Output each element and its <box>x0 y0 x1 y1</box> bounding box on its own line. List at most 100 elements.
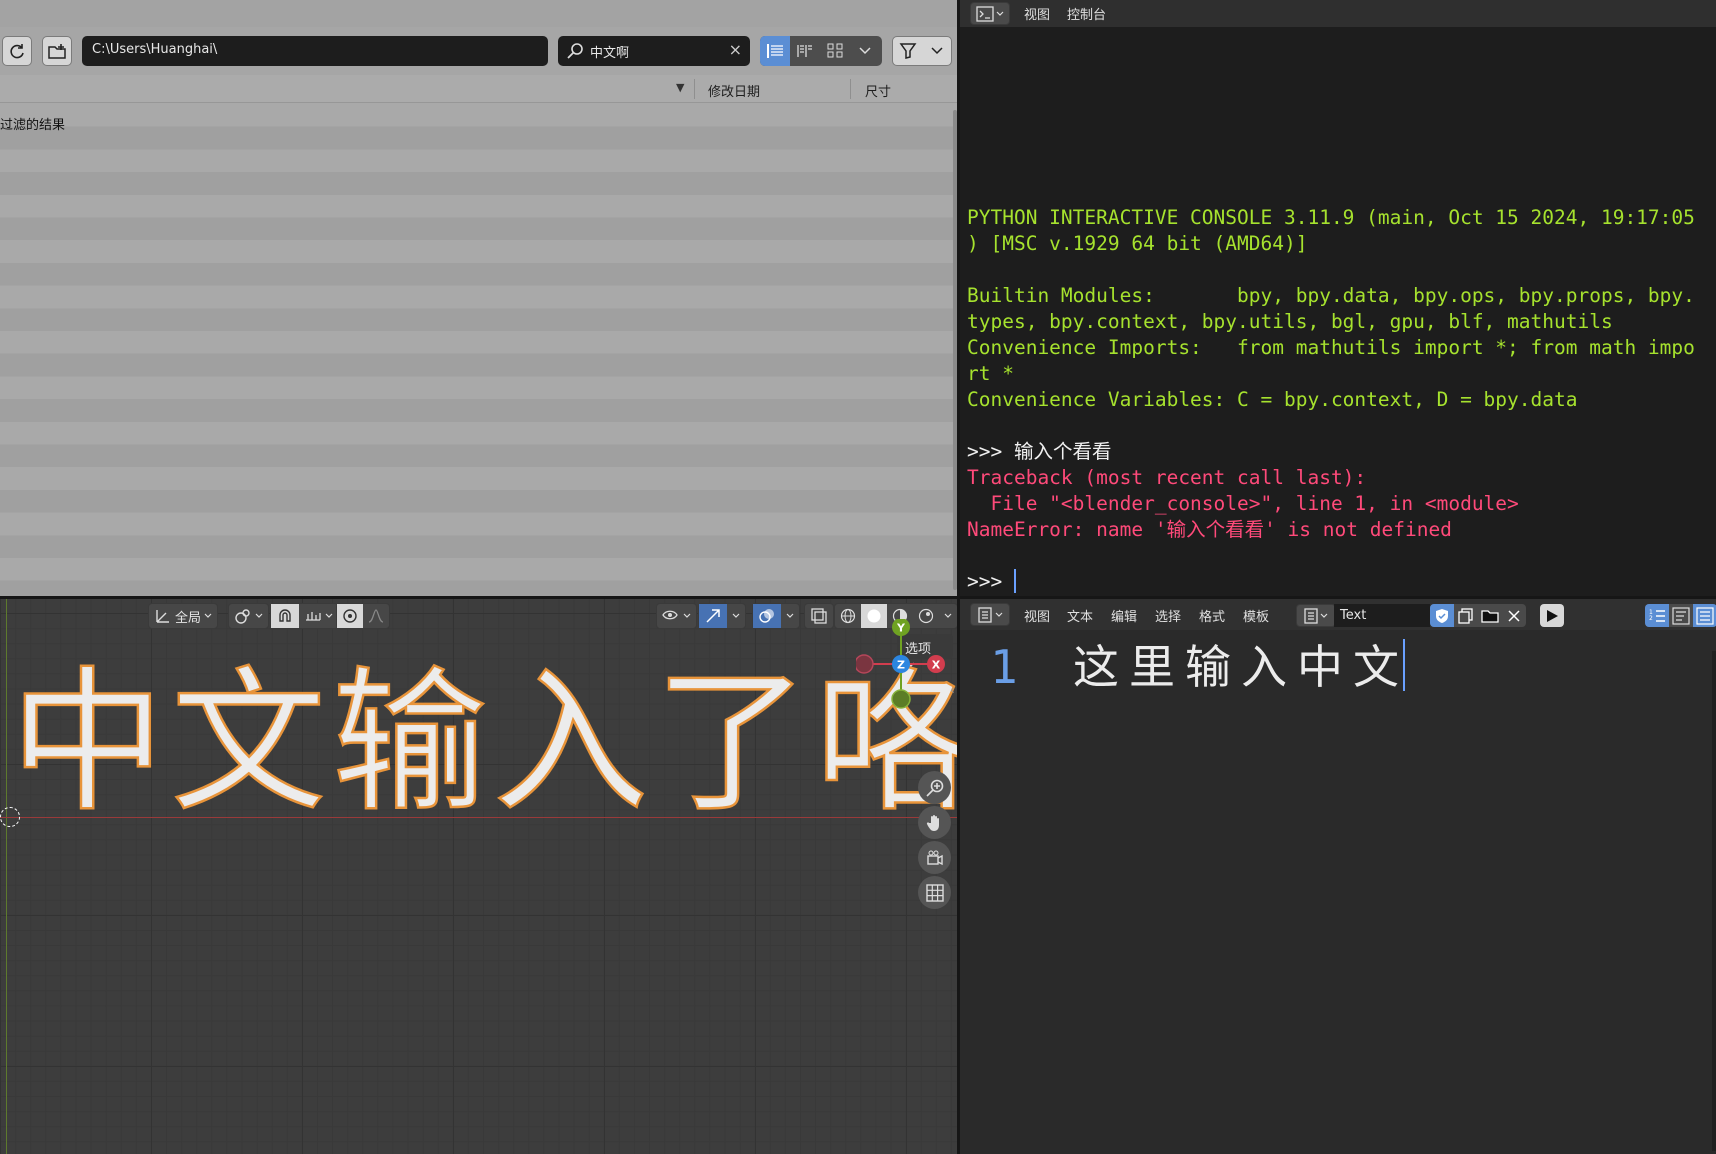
chevron-down-icon <box>930 47 943 55</box>
python-console-panel[interactable]: 视图 控制台 PYTHON INTERACTIVE CONSOLE 3.11.9… <box>960 0 1716 599</box>
chevron-down-icon <box>996 11 1004 16</box>
text-editor-panel[interactable]: 视图 文本 编辑 选择 格式 模板 Text 1 2 1 这里输入中文 <box>960 599 1716 1154</box>
menu-text[interactable]: 文本 <box>1067 606 1093 625</box>
search-value: 中文啊 <box>590 46 630 61</box>
sort-indicator-icon[interactable]: ▼ <box>676 81 684 94</box>
line-numbers-toggle[interactable]: 12 <box>1645 604 1669 627</box>
menu-view[interactable]: 视图 <box>1024 4 1050 23</box>
text-editor-header: 视图 文本 编辑 选择 格式 模板 Text 1 2 <box>960 599 1716 630</box>
wireframe-sphere-icon <box>840 608 856 624</box>
y-axis-label: Y <box>896 622 906 635</box>
show-gizmo-button[interactable] <box>699 604 727 628</box>
console-line: ) [MSC v.1929 64 bit (AMD64)] <box>967 232 1308 255</box>
file-list[interactable]: 过滤的结果 <box>0 104 957 596</box>
text-line-content: 这里输入中文 <box>1073 640 1409 694</box>
console-output: PYTHON INTERACTIVE CONSOLE 3.11.9 (main,… <box>967 205 1713 595</box>
menu-select[interactable]: 选择 <box>1155 606 1181 625</box>
shield-icon <box>1436 608 1448 623</box>
xray-toggle-button[interactable] <box>804 603 834 629</box>
chevron-down-icon <box>786 613 794 618</box>
snap-increment-icon <box>306 612 321 621</box>
overlays-dropdown[interactable] <box>781 604 799 628</box>
text-scrollbar[interactable] <box>1712 651 1716 1151</box>
sidebar-expand-icon[interactable]: ‹ <box>950 683 955 697</box>
clear-search-icon[interactable]: × <box>729 40 742 59</box>
word-wrap-toggle[interactable] <box>1669 604 1693 627</box>
console-line: File "<blender_console>", line 1, in <mo… <box>967 492 1519 515</box>
show-overlays-button[interactable] <box>753 604 781 628</box>
snap-target-dropdown[interactable] <box>299 604 338 628</box>
unlink-text-button[interactable] <box>1502 604 1526 627</box>
filter-toggle-button[interactable] <box>893 37 922 65</box>
filter-search-input[interactable]: 中文啊 × <box>558 36 750 66</box>
visibility-dropdown[interactable] <box>656 603 697 629</box>
browse-text-button[interactable] <box>1296 604 1336 627</box>
filter-dropdown[interactable] <box>922 37 951 65</box>
falloff-dropdown[interactable] <box>363 604 389 628</box>
falloff-curve-icon <box>368 609 384 623</box>
column-modified-date[interactable]: 修改日期 <box>708 81 760 100</box>
transform-orientation-dropdown[interactable]: 全局 <box>148 603 219 629</box>
pivot-point-dropdown[interactable] <box>228 603 269 629</box>
menu-edit[interactable]: 编辑 <box>1111 606 1137 625</box>
file-browser-header-strip <box>0 0 957 27</box>
text-name-field[interactable]: Text <box>1334 604 1430 627</box>
console-line: Traceback (most recent call last): <box>967 466 1367 489</box>
neg-x-axis-handle[interactable] <box>856 654 874 674</box>
snap-toggle-button[interactable] <box>271 604 299 628</box>
pan-button[interactable] <box>918 806 951 839</box>
neg-y-axis-handle[interactable] <box>891 689 911 709</box>
horizontal-list-view-button[interactable] <box>790 36 820 66</box>
column-divider[interactable] <box>694 79 695 99</box>
zoom-button[interactable] <box>918 771 951 804</box>
pivot-icon <box>235 609 250 624</box>
fake-user-button[interactable] <box>1430 604 1454 627</box>
orientation-axes-icon <box>156 610 169 623</box>
chevron-down-icon <box>859 47 871 55</box>
menu-format[interactable]: 格式 <box>1199 606 1225 625</box>
file-list-header: ▼ 修改日期 尺寸 <box>0 75 957 103</box>
file-list-scrollbar[interactable] <box>953 110 957 590</box>
perspective-toggle-button[interactable] <box>918 876 951 909</box>
open-text-button[interactable] <box>1478 604 1502 627</box>
column-size[interactable]: 尺寸 <box>865 81 891 100</box>
menu-templates[interactable]: 模板 <box>1243 606 1269 625</box>
editor-type-button[interactable] <box>970 2 1010 25</box>
console-line: rt * <box>967 362 1014 385</box>
vertical-list-view-button[interactable] <box>760 36 790 66</box>
grid-view-icon <box>827 43 843 58</box>
console-line: NameError: name '输入个看看' is not defined <box>967 518 1452 541</box>
new-text-button[interactable] <box>1454 604 1478 627</box>
directory-path-input[interactable]: C:\Users\Huanghai\ <box>82 36 548 66</box>
menu-console[interactable]: 控制台 <box>1067 4 1106 23</box>
z-axis-label: Z <box>897 659 905 672</box>
filter-icon <box>899 43 916 59</box>
run-script-button[interactable] <box>1540 604 1564 627</box>
filter-settings <box>892 36 952 66</box>
thumbnail-view-button[interactable] <box>820 36 850 66</box>
camera-view-button[interactable] <box>918 841 951 874</box>
proportional-editing-toggle[interactable] <box>337 604 363 628</box>
chevron-down-icon <box>683 613 691 618</box>
x-axis-label: X <box>932 659 941 672</box>
menu-view[interactable]: 视图 <box>1024 606 1050 625</box>
gizmo-dropdown[interactable] <box>727 604 745 628</box>
text-line[interactable]: 这里输入中文 <box>1073 637 1405 697</box>
3d-viewport-panel[interactable]: 中文输入了咯 全局 选项 ‹ Y X Z <box>0 599 960 1154</box>
syntax-highlight-toggle[interactable] <box>1693 604 1716 627</box>
text-object[interactable]: 中文输入了咯 <box>9 651 957 834</box>
navigation-gizmo[interactable]: Y X Z <box>856 619 946 719</box>
new-folder-button[interactable] <box>42 36 72 66</box>
console-line: types, bpy.context, bpy.utils, bgl, gpu,… <box>967 310 1613 333</box>
column-divider[interactable] <box>850 79 851 99</box>
refresh-button[interactable] <box>2 36 32 66</box>
filter-result-message: 过滤的结果 <box>0 118 66 133</box>
console-prompt-line[interactable]: >>> <box>967 569 1713 595</box>
close-icon <box>1508 609 1520 622</box>
grid-icon <box>925 883 944 902</box>
display-dropdown[interactable] <box>850 36 880 66</box>
folder-icon <box>1481 609 1499 623</box>
overlay-toggle-group <box>752 603 800 629</box>
editor-type-button[interactable] <box>970 603 1010 626</box>
